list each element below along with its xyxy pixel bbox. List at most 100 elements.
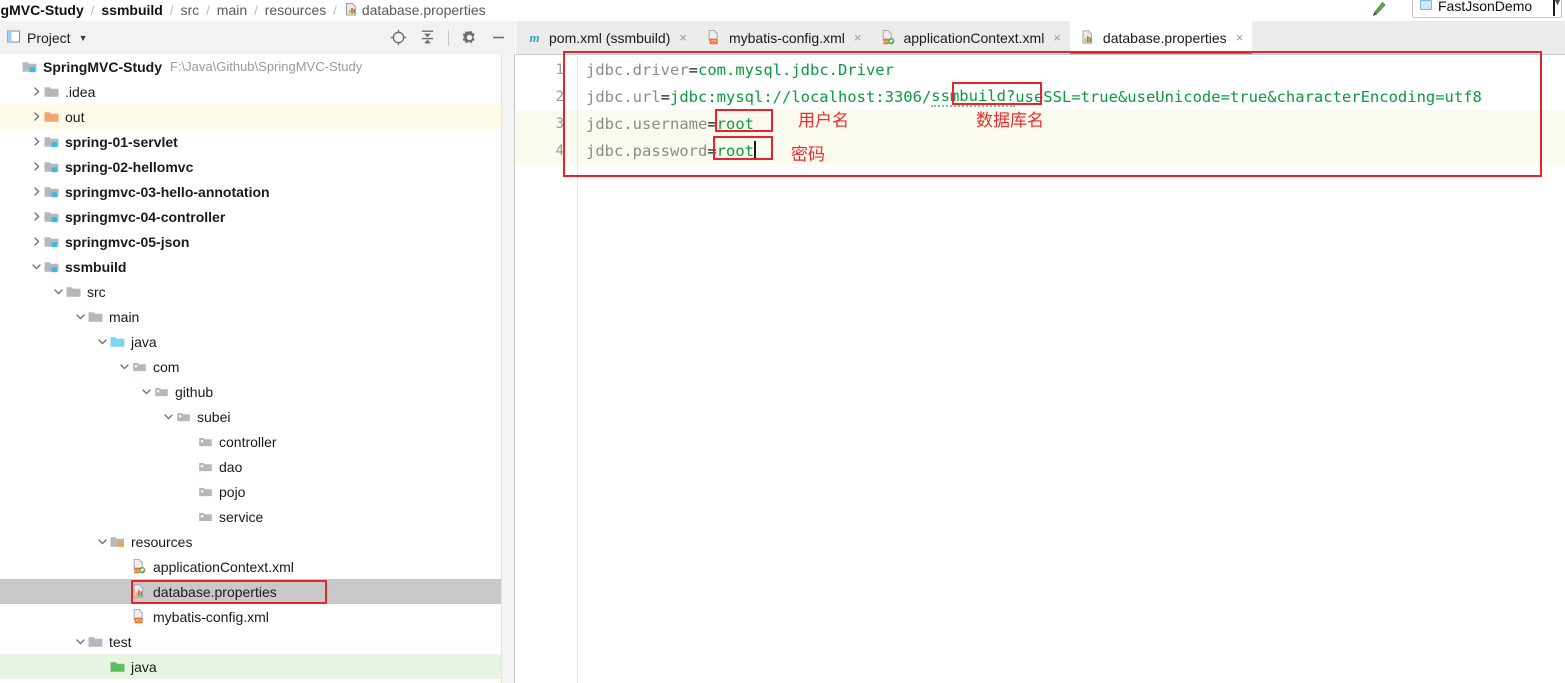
- folder-icon: [87, 633, 104, 650]
- tree-node-subei[interactable]: subei: [0, 404, 514, 429]
- chevron-down-icon[interactable]: [74, 310, 87, 323]
- tree-node-controller[interactable]: controller: [0, 429, 514, 454]
- tree-node-dao[interactable]: dao: [0, 454, 514, 479]
- project-tree[interactable]: SpringMVC-StudyF:\Java\Github\SpringMVC-…: [0, 54, 514, 683]
- hide-panel-icon[interactable]: [490, 29, 507, 46]
- editor-tab-pom-xml-ssmbuild[interactable]: mpom.xml (ssmbuild)×: [516, 21, 696, 54]
- tree-node-java[interactable]: java: [0, 654, 514, 679]
- breadcrumb-item-resources[interactable]: resources: [265, 0, 326, 21]
- tree-node-applicationcontext-xml[interactable]: <>applicationContext.xml: [0, 554, 514, 579]
- tree-node-springmvc-03-hello-annotation[interactable]: springmvc-03-hello-annotation: [0, 179, 514, 204]
- tree-node-test[interactable]: test: [0, 629, 514, 654]
- code-line[interactable]: jdbc.url=jdbc:mysql://localhost:3306/ssm…: [578, 83, 1565, 110]
- tree-node-ssmbuild[interactable]: ssmbuild: [0, 254, 514, 279]
- jdbc-url-prefix: jdbc:mysql://localhost:3306/: [670, 88, 931, 106]
- chevron-down-icon[interactable]: [140, 385, 153, 398]
- breadcrumb-separator: /: [333, 3, 337, 18]
- tree-node-service[interactable]: service: [0, 504, 514, 529]
- close-icon[interactable]: ×: [1236, 31, 1244, 44]
- run-configuration-selector[interactable]: FastJsonDemo ▼: [1412, 0, 1562, 18]
- breadcrumb-item-src[interactable]: src: [180, 0, 199, 21]
- chevron-right-icon[interactable]: [30, 110, 43, 123]
- tree-node-com[interactable]: com: [0, 354, 514, 379]
- tree-node-springmvc-05-json[interactable]: springmvc-05-json: [0, 229, 514, 254]
- breadcrumb-item-file[interactable]: database.properties: [362, 0, 486, 21]
- tree-node-src[interactable]: src: [0, 279, 514, 304]
- editor-code-area[interactable]: jdbc.driver=com.mysql.jdbc.Driverjdbc.ur…: [578, 55, 1565, 683]
- chevron-right-icon[interactable]: [30, 135, 43, 148]
- project-view-icon: [6, 29, 21, 47]
- chevron-down-icon[interactable]: ▼: [79, 33, 88, 43]
- tree-node-spring-02-hellomvc[interactable]: spring-02-hellomvc: [0, 154, 514, 179]
- tree-node-pojo[interactable]: pojo: [0, 479, 514, 504]
- chevron-down-icon[interactable]: [118, 360, 131, 373]
- wrench-icon[interactable]: [1368, 0, 1390, 20]
- tree-node-spring-01-servlet[interactable]: spring-01-servlet: [0, 129, 514, 154]
- tree-node-resources[interactable]: resources: [0, 529, 514, 554]
- code-editor[interactable]: 1234 jdbc.driver=com.mysql.jdbc.Driverjd…: [516, 55, 1565, 683]
- editor-tab-mybatis-config-xml[interactable]: <>mybatis-config.xml×: [696, 21, 871, 54]
- toolbar-divider: [448, 30, 449, 46]
- chevron-down-icon[interactable]: [30, 260, 43, 273]
- close-icon[interactable]: ×: [854, 31, 862, 44]
- chevron-down-icon[interactable]: [74, 635, 87, 648]
- property-value: com.mysql.jdbc.Driver: [698, 61, 894, 79]
- chevron-down-icon[interactable]: [96, 535, 109, 548]
- close-icon[interactable]: ×: [1053, 31, 1061, 44]
- tree-node-main[interactable]: main: [0, 304, 514, 329]
- breadcrumb-item-main[interactable]: main: [217, 0, 247, 21]
- folder-icon: [65, 283, 82, 300]
- code-line[interactable]: jdbc.username=root: [578, 110, 1565, 137]
- chevron-right-icon[interactable]: [30, 85, 43, 98]
- tree-node-out[interactable]: out: [0, 104, 514, 129]
- breadcrumb-item-module[interactable]: ssmbuild: [101, 0, 162, 21]
- folder-icon: [43, 83, 60, 100]
- property-key: jdbc.username: [586, 115, 707, 133]
- locate-target-icon[interactable]: [390, 29, 407, 46]
- tree-node-label: mybatis-config.xml: [153, 609, 269, 625]
- test-source-root-icon: [109, 658, 126, 675]
- tree-node-database-properties[interactable]: database.properties: [0, 579, 514, 604]
- project-tree-scrollbar[interactable]: [501, 54, 514, 683]
- settings-gear-icon[interactable]: [461, 29, 478, 46]
- tree-node-java[interactable]: java: [0, 329, 514, 354]
- chevron-down-icon[interactable]: [162, 410, 175, 423]
- collapse-all-icon[interactable]: [419, 29, 436, 46]
- line-number: 4: [516, 137, 578, 164]
- tree-node-label: resources: [131, 534, 192, 550]
- chevron-down-icon[interactable]: [96, 335, 109, 348]
- code-line[interactable]: jdbc.driver=com.mysql.jdbc.Driver: [578, 56, 1565, 83]
- module-folder-icon: [43, 133, 60, 150]
- project-panel-title-group[interactable]: Project ▼: [6, 29, 88, 47]
- breadcrumb-item-project[interactable]: ngMVC-Study: [0, 0, 84, 21]
- chevron-right-icon[interactable]: [30, 185, 43, 198]
- property-equals: =: [707, 142, 716, 160]
- chevron-right-icon[interactable]: [30, 210, 43, 223]
- chevron-down-icon[interactable]: [52, 285, 65, 298]
- code-line[interactable]: jdbc.password=root: [578, 137, 1565, 164]
- chevron-down-icon[interactable]: ▼: [1553, 0, 1555, 16]
- editor-tab-applicationcontext-xml[interactable]: <>applicationContext.xml×: [870, 21, 1069, 54]
- tree-node-label: springmvc-04-controller: [65, 209, 225, 225]
- project-panel-toolbar: [390, 21, 507, 54]
- tree-indent-spacer: [184, 510, 197, 523]
- close-icon[interactable]: ×: [679, 31, 687, 44]
- tree-node-mybatis-config-xml[interactable]: <>mybatis-config.xml: [0, 604, 514, 629]
- tree-node-label: pojo: [219, 484, 245, 500]
- tree-indent-spacer: [184, 485, 197, 498]
- property-equals: =: [661, 88, 670, 106]
- tree-node-github[interactable]: github: [0, 379, 514, 404]
- module-folder-icon: [21, 58, 38, 75]
- tree-indent-spacer: [118, 610, 131, 623]
- package-icon: [175, 408, 192, 425]
- excluded-folder-icon: [43, 108, 60, 125]
- editor-tab-database-properties[interactable]: database.properties×: [1070, 21, 1252, 54]
- chevron-right-icon[interactable]: [30, 235, 43, 248]
- module-folder-icon: [43, 208, 60, 225]
- tree-node-idea[interactable]: .idea: [0, 79, 514, 104]
- chevron-right-icon[interactable]: [30, 160, 43, 173]
- project-panel-label: Project: [27, 30, 71, 46]
- editor-tab-bar[interactable]: mpom.xml (ssmbuild)×<>mybatis-config.xml…: [516, 21, 1565, 55]
- tree-node-springmvc-04-controller[interactable]: springmvc-04-controller: [0, 204, 514, 229]
- tree-node-springmvc-study[interactable]: SpringMVC-StudyF:\Java\Github\SpringMVC-…: [0, 54, 514, 79]
